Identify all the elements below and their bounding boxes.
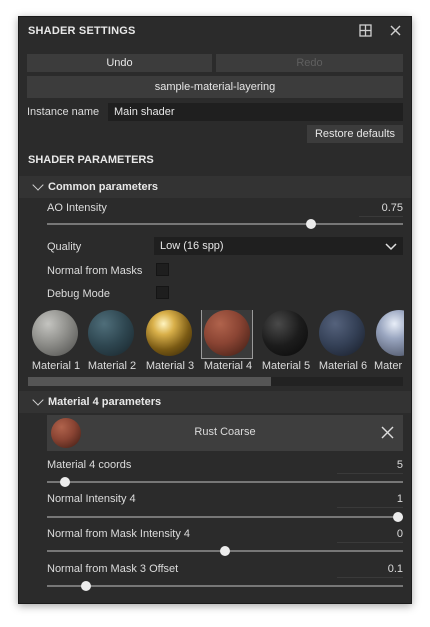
- close-icon[interactable]: [390, 25, 401, 39]
- material-6-label: Material 6: [318, 360, 368, 372]
- material-4-coords-label: Material 4 coords: [47, 459, 132, 471]
- shader-parameters-title: SHADER PARAMETERS: [28, 154, 154, 166]
- material-3-label: Material 3: [145, 360, 195, 372]
- restore-defaults-button[interactable]: Restore defaults: [307, 125, 403, 143]
- common-parameters-header[interactable]: Common parameters: [19, 176, 411, 198]
- instance-name-input[interactable]: Main shader: [108, 103, 403, 121]
- material-4-parameters-header[interactable]: Material 4 parameters: [19, 391, 411, 413]
- chevron-down-icon: [32, 394, 44, 406]
- material-thumbnail-4[interactable]: Material 4: [200, 310, 254, 374]
- normal-intensity-4-track[interactable]: [47, 516, 403, 518]
- material-thumbnail-2[interactable]: Material 2: [84, 310, 138, 374]
- quality-select-value: Low (16 spp): [160, 240, 224, 252]
- material-2-preview: [88, 310, 134, 356]
- material-4-coords-track[interactable]: [47, 481, 403, 483]
- material-1-preview: [32, 310, 78, 356]
- material-4-slot[interactable]: Rust Coarse: [47, 415, 403, 451]
- material-4-preview: [204, 310, 250, 356]
- thumbnail-scrollbar[interactable]: [28, 377, 403, 386]
- close-icon[interactable]: [381, 426, 394, 442]
- ao-intensity-value[interactable]: 0.75: [359, 202, 403, 217]
- material-selector-button[interactable]: sample-material-layering: [27, 76, 403, 98]
- normal-from-mask-intensity-4-label: Normal from Mask Intensity 4: [47, 528, 191, 540]
- material-5-label: Material 5: [261, 360, 311, 372]
- normal-from-masks-checkbox[interactable]: [156, 263, 169, 276]
- material-4-coords-value[interactable]: 5: [337, 459, 403, 474]
- ao-intensity-track[interactable]: [47, 223, 403, 225]
- normal-from-mask-3-offset-label: Normal from Mask 3 Offset: [47, 563, 179, 575]
- material-thumbnail-1[interactable]: Material 1: [28, 310, 82, 374]
- debug-mode-checkbox[interactable]: [156, 286, 169, 299]
- chevron-down-icon: [385, 240, 397, 258]
- normal-from-mask-3-offset-value[interactable]: 0.1: [337, 563, 403, 578]
- common-parameters-title: Common parameters: [48, 181, 159, 193]
- normal-intensity-4-knob[interactable]: [393, 512, 403, 522]
- material-4-coords-knob[interactable]: [60, 477, 70, 487]
- ao-intensity-knob[interactable]: [306, 219, 316, 229]
- panel-title: SHADER SETTINGS: [28, 25, 136, 37]
- material-1-label: Material 1: [31, 360, 81, 372]
- material-4-name: Rust Coarse: [194, 426, 256, 438]
- chevron-down-icon: [32, 179, 44, 191]
- quality-label: Quality: [47, 241, 82, 253]
- normal-from-mask-intensity-4-knob[interactable]: [220, 546, 230, 556]
- dock-icon[interactable]: [359, 24, 372, 39]
- normal-from-mask-3-offset-track[interactable]: [47, 585, 403, 587]
- material-4-label: Material 4: [203, 360, 253, 372]
- normal-intensity-4-value[interactable]: 1: [337, 493, 403, 508]
- debug-mode-label: Debug Mode: [47, 288, 110, 300]
- redo-button[interactable]: Redo: [216, 54, 403, 72]
- material-2-label: Material 2: [87, 360, 137, 372]
- material-6-preview: [319, 310, 365, 356]
- normal-from-mask-intensity-4-value[interactable]: 0: [337, 528, 403, 543]
- ao-intensity-label: AO Intensity: [47, 202, 107, 214]
- normal-from-mask-3-offset-knob[interactable]: [81, 581, 91, 591]
- material-thumbnails: Material 1 Material 2 Material 3 Materia…: [28, 310, 404, 384]
- undo-button[interactable]: Undo: [27, 54, 212, 72]
- normal-from-masks-label: Normal from Masks: [47, 265, 143, 277]
- thumbnail-scrollbar-thumb[interactable]: [28, 377, 271, 386]
- material-3-preview: [146, 310, 192, 356]
- material-thumbnail-5[interactable]: Material 5: [258, 310, 312, 374]
- normal-intensity-4-label: Normal Intensity 4: [47, 493, 136, 505]
- instance-name-label: Instance name: [27, 106, 100, 118]
- material-5-preview: [262, 310, 308, 356]
- material-4-parameters-title: Material 4 parameters: [48, 396, 162, 408]
- material-thumbnail-7[interactable]: Mater: [372, 310, 404, 374]
- material-thumbnail-3[interactable]: Material 3: [142, 310, 196, 374]
- shader-settings-panel: SHADER SETTINGS Undo Redo sample-materia…: [18, 16, 412, 604]
- material-7-preview: [376, 310, 404, 356]
- material-thumbnail-6[interactable]: Material 6: [315, 310, 369, 374]
- material-7-label: Mater: [374, 360, 403, 372]
- quality-select[interactable]: Low (16 spp): [154, 237, 403, 255]
